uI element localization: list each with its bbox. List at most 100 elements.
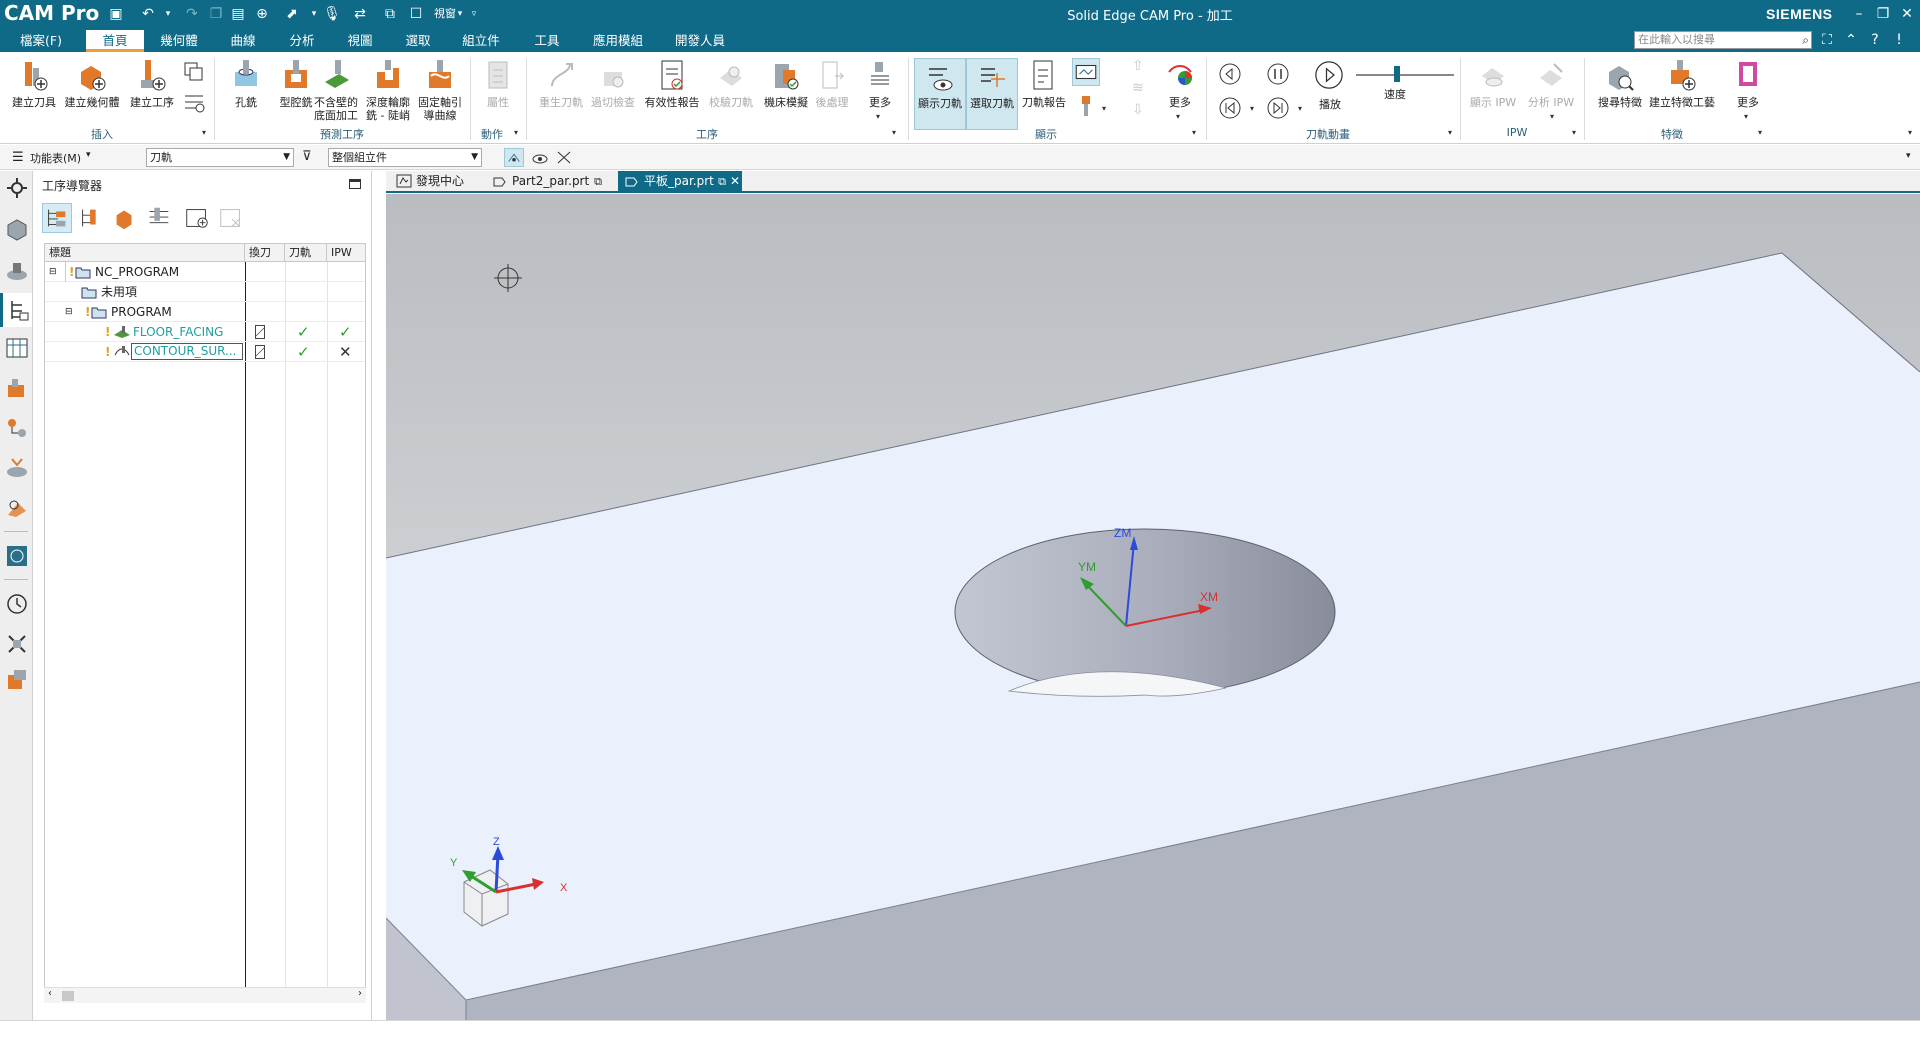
- properties-button[interactable]: 屬性: [474, 58, 522, 130]
- part-navigator-icon[interactable]: [4, 217, 30, 243]
- tree-row-nc-program[interactable]: ⊟ ! NC_PROGRAM: [45, 262, 365, 282]
- tool-display-icon[interactable]: [1074, 94, 1098, 118]
- feature-group-dropdown-icon[interactable]: ▾: [1758, 128, 1762, 137]
- paste-icon[interactable]: ▤: [228, 4, 248, 24]
- tree-row-unused[interactable]: 未用項: [45, 282, 365, 302]
- column-header-ipw[interactable]: IPW: [327, 244, 365, 262]
- pause-icon[interactable]: [1266, 62, 1290, 86]
- layer-stack-icon[interactable]: ≋: [1132, 80, 1144, 96]
- graphics-viewport[interactable]: ZM YM XM Z Y X: [386, 194, 1920, 1020]
- hole-milling-button[interactable]: 孔銑: [220, 58, 272, 130]
- filter-icon[interactable]: ⊽: [302, 149, 312, 164]
- undo-icon[interactable]: ↶: [138, 4, 158, 24]
- tab-geometry[interactable]: 幾何體: [152, 30, 206, 52]
- skip-end-dropdown-icon[interactable]: ▾: [1298, 104, 1302, 113]
- column-header-toolpath[interactable]: 刀軌: [285, 244, 327, 262]
- toolpath-report-button[interactable]: 刀軌報告: [1016, 58, 1072, 130]
- verify-path-button[interactable]: 校驗刀軌: [702, 58, 760, 130]
- collapse-icon[interactable]: ⊟: [65, 302, 73, 322]
- command-search-input[interactable]: 在此輸入以搜尋 ⌕: [1634, 31, 1812, 49]
- tab-curve[interactable]: 曲線: [220, 30, 266, 52]
- zlevel-profile-button[interactable]: 深度輪廓 銑 - 陡峭: [362, 58, 414, 130]
- menu-hamburger-icon[interactable]: ☰: [12, 150, 24, 165]
- move-icon[interactable]: ⊕: [252, 4, 272, 24]
- program-order-icon[interactable]: [182, 90, 206, 114]
- microphone-icon[interactable]: 🎙: [322, 4, 342, 24]
- settings-icon[interactable]: [4, 175, 30, 201]
- minimize-button[interactable]: –: [1848, 3, 1870, 25]
- gouge-check-button[interactable]: 過切檢查: [584, 58, 642, 130]
- maximize-panel-icon[interactable]: [349, 179, 361, 189]
- fullscreen-icon[interactable]: ⛶: [1818, 32, 1836, 48]
- doc-tab-discover[interactable]: 發現中心: [390, 171, 482, 192]
- remove-view-icon[interactable]: [216, 203, 246, 233]
- select-toolpath-button[interactable]: 選取刀軌: [966, 58, 1018, 130]
- touch-mode-icon[interactable]: ⇄: [350, 4, 370, 24]
- feature-more-dropdown-icon[interactable]: ▾: [1744, 112, 1748, 121]
- save-icon[interactable]: ▣: [106, 4, 126, 24]
- menu-button-label[interactable]: 功能表(M): [30, 150, 81, 166]
- history-icon[interactable]: [4, 591, 30, 617]
- display-more-dropdown-icon[interactable]: ▾: [1176, 112, 1180, 121]
- toolpath-visibility-icon[interactable]: [530, 148, 550, 167]
- alert-icon[interactable]: !: [1890, 32, 1908, 48]
- type-filter-select[interactable]: 刀軌 ▼: [146, 148, 294, 167]
- tool-display-dropdown-icon[interactable]: ▾: [1102, 104, 1106, 113]
- window-switch-icon[interactable]: ⧉: [380, 4, 400, 24]
- create-feature-process-button[interactable]: 建立特徵工藝: [1646, 58, 1718, 130]
- copy-operation-icon[interactable]: [182, 60, 206, 84]
- scope-select[interactable]: 整個組立件 ▼: [328, 148, 482, 167]
- play-icon[interactable]: [1314, 60, 1344, 90]
- close-tab-icon[interactable]: ✕: [730, 171, 740, 192]
- move-up-icon[interactable]: ⇧: [1132, 58, 1144, 74]
- popout-icon[interactable]: ⧉: [594, 171, 602, 192]
- help-icon[interactable]: ?: [1866, 32, 1884, 48]
- scroll-thumb[interactable]: [62, 991, 74, 1001]
- hole-wall[interactable]: [954, 528, 1336, 696]
- display-group-dropdown-icon[interactable]: ▾: [1192, 128, 1196, 137]
- toolbar-options-icon[interactable]: ▾: [1906, 151, 1911, 161]
- program-order-view-icon[interactable]: [42, 203, 72, 233]
- add-view-icon[interactable]: [182, 203, 212, 233]
- scroll-right-icon[interactable]: ›: [358, 988, 362, 999]
- process-studio-icon[interactable]: [4, 631, 30, 657]
- tab-tools[interactable]: 工具: [524, 30, 570, 52]
- menu-dropdown-icon[interactable]: ▾: [86, 150, 91, 160]
- actions-group-dropdown-icon[interactable]: ▾: [514, 128, 518, 137]
- more-dropdown-icon[interactable]: ▾: [876, 112, 880, 121]
- copy-icon[interactable]: ❐: [206, 4, 226, 24]
- customize-qa-icon[interactable]: ▿: [464, 4, 484, 24]
- operation-group-dropdown-icon[interactable]: ▾: [892, 128, 896, 137]
- tree-row-contour-surface[interactable]: ! CONTOUR_SUR... ✓ ✕: [45, 342, 365, 362]
- tree-row-floor-facing[interactable]: ! FLOOR_FACING ✓ ✓: [45, 322, 365, 342]
- ribbon-options-dropdown-icon[interactable]: ▾: [1908, 128, 1912, 137]
- column-header-title[interactable]: 標題: [45, 244, 245, 262]
- geometry-view-icon[interactable]: [110, 203, 140, 233]
- machining-feature-navigator-icon[interactable]: [4, 375, 30, 401]
- find-feature-button[interactable]: 搜尋特徵: [1592, 58, 1648, 130]
- search-icon[interactable]: ⌕: [1802, 32, 1809, 48]
- tab-view[interactable]: 視圖: [338, 30, 382, 52]
- create-tool-button[interactable]: 建立刀具: [4, 58, 64, 130]
- tab-developer[interactable]: 開發人員: [666, 30, 734, 52]
- redo-icon[interactable]: ↷: [182, 4, 202, 24]
- doc-tab-part2[interactable]: Part2_par.prt ⧉: [486, 171, 604, 192]
- postprocess-button[interactable]: 後處理: [806, 58, 858, 130]
- tab-assemblies[interactable]: 組立件: [452, 30, 510, 52]
- collapse-icon[interactable]: ⊟: [49, 262, 57, 282]
- machine-tool-view-icon[interactable]: [76, 203, 106, 233]
- web-browser-icon[interactable]: [4, 543, 30, 569]
- horizontal-scrollbar[interactable]: ‹ ›: [44, 987, 366, 1003]
- show-ipw-button[interactable]: 顯示 IPW: [1466, 58, 1520, 130]
- tab-select[interactable]: 選取: [396, 30, 440, 52]
- doc-tab-plate[interactable]: 平板_par.prt ⧉ ✕: [618, 171, 742, 192]
- tab-applications[interactable]: 應用模組: [584, 30, 652, 52]
- insert-group-dropdown-icon[interactable]: ▾: [202, 128, 206, 137]
- skip-start-dropdown-icon[interactable]: ▾: [1250, 104, 1254, 113]
- regenerate-toolpath-button[interactable]: 重生刀軌: [532, 58, 590, 130]
- undo-dropdown-icon[interactable]: ▾: [158, 4, 178, 24]
- collapse-ribbon-icon[interactable]: ⌃: [1842, 32, 1860, 48]
- clear-display-icon[interactable]: [554, 148, 574, 167]
- fixed-contour-button[interactable]: 固定軸引 導曲線: [414, 58, 466, 130]
- close-button[interactable]: ✕: [1896, 3, 1918, 25]
